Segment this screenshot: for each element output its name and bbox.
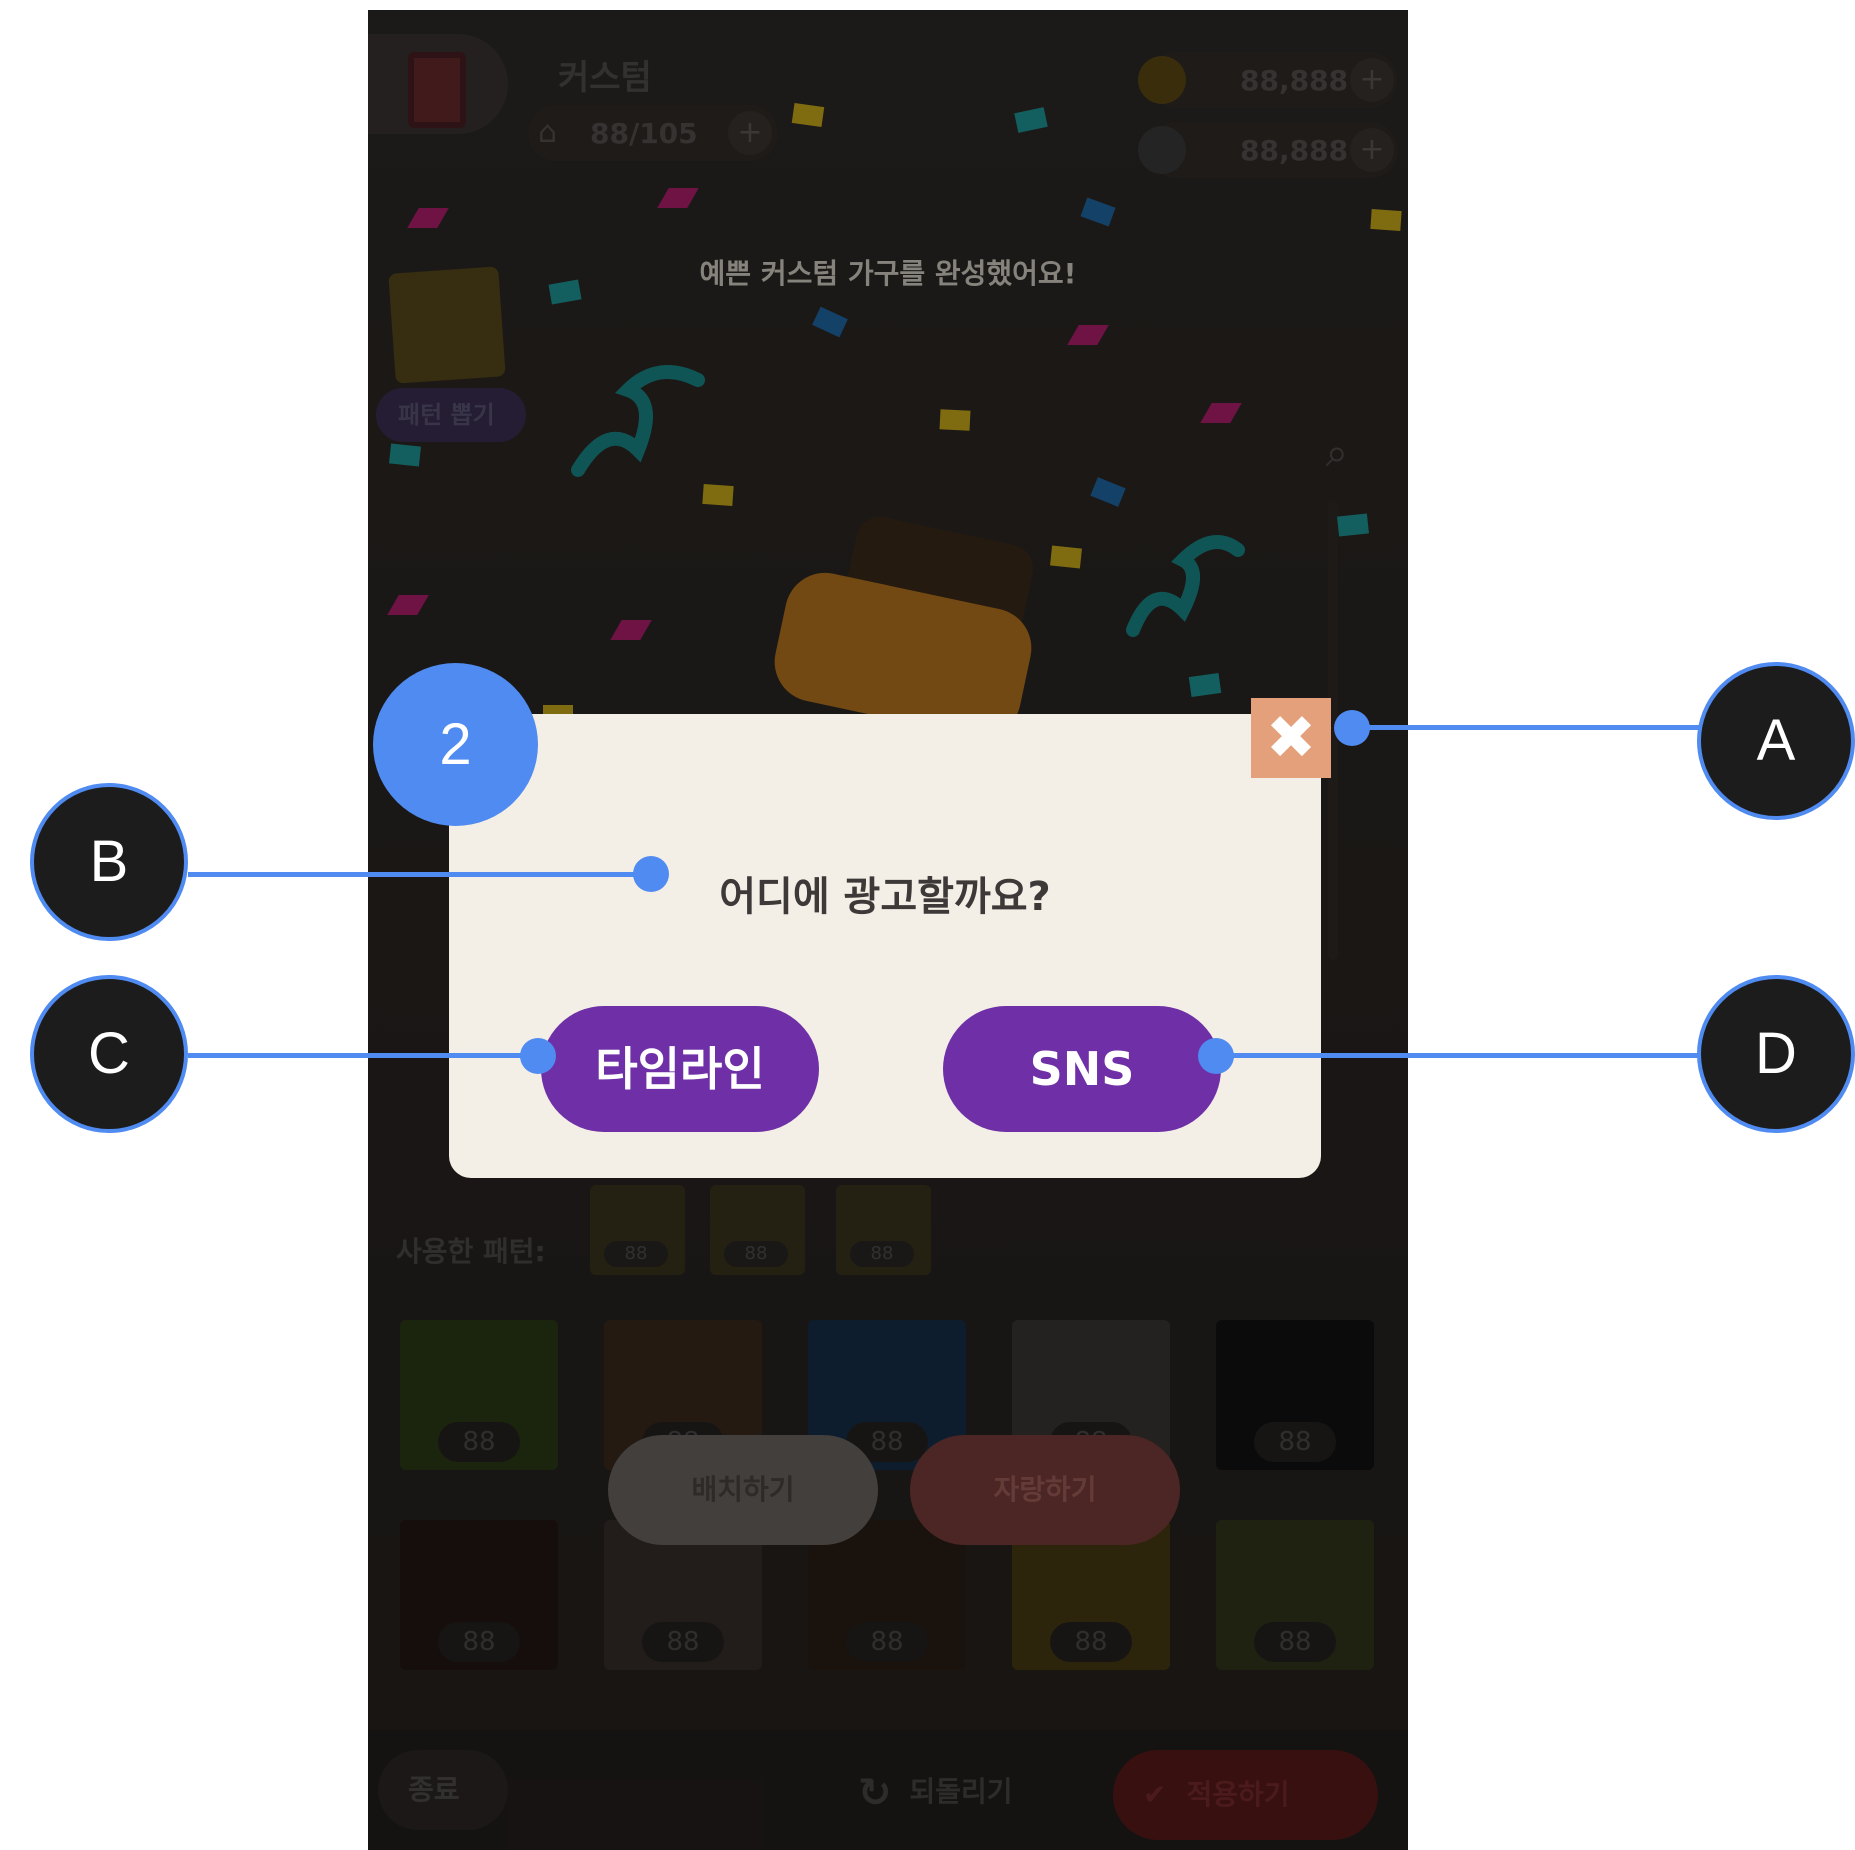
callout-d-dot: [1198, 1038, 1234, 1074]
step-number-badge: 2: [373, 663, 538, 826]
callout-c-dot: [520, 1038, 556, 1074]
callout-a-leader: [1352, 725, 1702, 730]
timeline-button[interactable]: 타임라인: [541, 1006, 819, 1132]
callout-d: D: [1697, 975, 1855, 1133]
callout-c-leader: [188, 1053, 540, 1058]
close-icon[interactable]: ✖: [1251, 698, 1331, 778]
callout-d-leader: [1216, 1053, 1702, 1058]
advertise-dialog: 어디에 광고할까요? 타임라인 SNS: [449, 714, 1321, 1178]
sns-button[interactable]: SNS: [943, 1006, 1221, 1132]
callout-a: A: [1697, 662, 1855, 820]
callout-a-dot: [1334, 710, 1370, 746]
callout-b-leader: [188, 872, 652, 877]
callout-b-dot: [633, 856, 669, 892]
callout-c: C: [30, 975, 188, 1133]
callout-b: B: [30, 783, 188, 941]
